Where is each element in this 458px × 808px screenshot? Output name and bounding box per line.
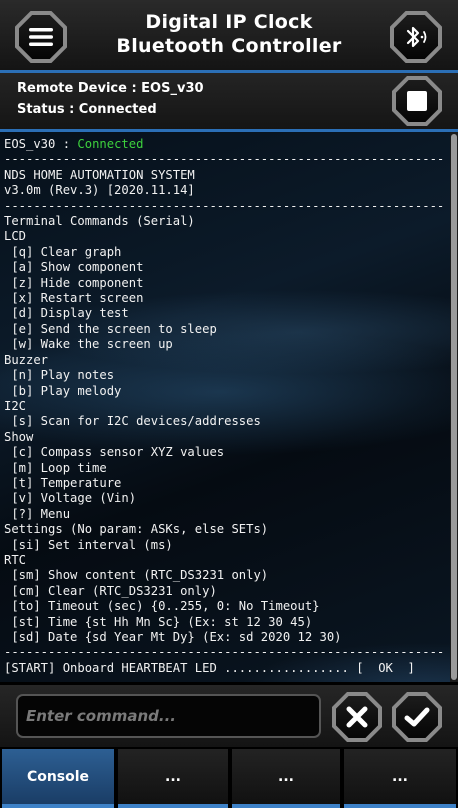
console-line: [w] Wake the screen up [4, 337, 173, 352]
console-line: ----------------------------------------… [4, 152, 445, 167]
status-label: Status : Connected [17, 102, 157, 117]
app-title: Digital IP Clock Bluetooth Controller [80, 10, 378, 58]
console-text: EOS_v30 : Connected --------------------… [4, 137, 444, 676]
connection-state: Connected [77, 137, 144, 151]
console-line: [v] Voltage (Vin) [4, 491, 137, 506]
console-line: [c] Compass sensor XYZ values [4, 445, 225, 460]
close-icon [346, 706, 368, 728]
console-line: RTC [4, 552, 27, 567]
console-line: [?] Menu [4, 506, 71, 521]
remote-device-label: Remote Device : EOS_v30 [17, 81, 204, 96]
stop-icon [407, 91, 427, 111]
console-line: Terminal Commands (Serial) [4, 214, 195, 229]
console-line: NDS HOME AUTOMATION SYSTEM [4, 167, 195, 182]
console-lines: ----------------------------------------… [4, 152, 444, 674]
console-separator: : [55, 137, 78, 151]
console-output[interactable]: EOS_v30 : Connected --------------------… [0, 132, 450, 682]
tab-3[interactable]: ... [232, 749, 340, 804]
console-line: [to] Timeout (sec) {0..255, 0: No Timeou… [4, 599, 320, 614]
console-line: [m] Loop time [4, 460, 107, 475]
app-title-line1: Digital IP Clock [145, 11, 313, 33]
console-scrollbar[interactable] [450, 132, 458, 682]
tab-console[interactable]: Console [2, 749, 114, 804]
app-title-line2: Bluetooth Controller [116, 35, 342, 57]
scrollbar-thumb[interactable] [451, 134, 457, 680]
console-line: [cm] Clear (RTC_DS3231 only) [4, 583, 217, 598]
console-line: [START] Onboard HEARTBEAT LED ..........… [4, 660, 415, 675]
console-line: ----------------------------------------… [4, 645, 445, 660]
console-line: [t] Temperature [4, 475, 122, 490]
send-button[interactable] [392, 692, 442, 742]
command-input[interactable] [16, 694, 321, 738]
bluetooth-audio-icon [406, 26, 427, 48]
console-line: Buzzer [4, 352, 49, 367]
tab-2[interactable]: ... [118, 749, 228, 804]
console-line: [z] Hide component [4, 275, 144, 290]
console-line: [st] Time {st Hh Mn Sc} (Ex: st 12 30 45… [4, 614, 313, 629]
stop-button[interactable] [392, 76, 442, 126]
console-line: [si] Set interval (ms) [4, 537, 173, 552]
console-line: [q] Clear graph [4, 244, 122, 259]
console-line: [b] Play melody [4, 383, 122, 398]
tab-3-indicator [232, 804, 340, 808]
console-line: Show [4, 429, 34, 444]
hamburger-menu-icon [29, 28, 53, 46]
console-line: v3.0m (Rev.3) [2020.11.14] [4, 183, 195, 198]
checkmark-icon [404, 707, 430, 727]
console-line: [n] Play notes [4, 368, 115, 383]
console-line: LCD [4, 229, 27, 244]
tab-4[interactable]: ... [344, 749, 456, 804]
console-line: [sd] Date {sd Year Mt Dy} (Ex: sd 2020 1… [4, 630, 342, 644]
console-line: [d] Display test [4, 306, 129, 321]
console-line: [s] Scan for I2C devices/addresses [4, 414, 261, 429]
console-line: I2C [4, 398, 27, 413]
console-line: Settings (No param: ASKs, else SETs) [4, 522, 269, 537]
console-line: [e] Send the screen to sleep [4, 321, 217, 336]
console-device-name: EOS_v30 [4, 137, 56, 151]
tab-console-indicator [2, 804, 114, 808]
console-line: [sm] Show content (RTC_DS3231 only) [4, 568, 269, 583]
console-line: [a] Show component [4, 260, 144, 275]
console-line: ----------------------------------------… [4, 198, 445, 213]
tab-2-indicator [118, 804, 228, 808]
console-line: [x] Restart screen [4, 291, 144, 306]
clear-button[interactable] [332, 692, 382, 742]
tab-4-indicator [344, 804, 456, 808]
